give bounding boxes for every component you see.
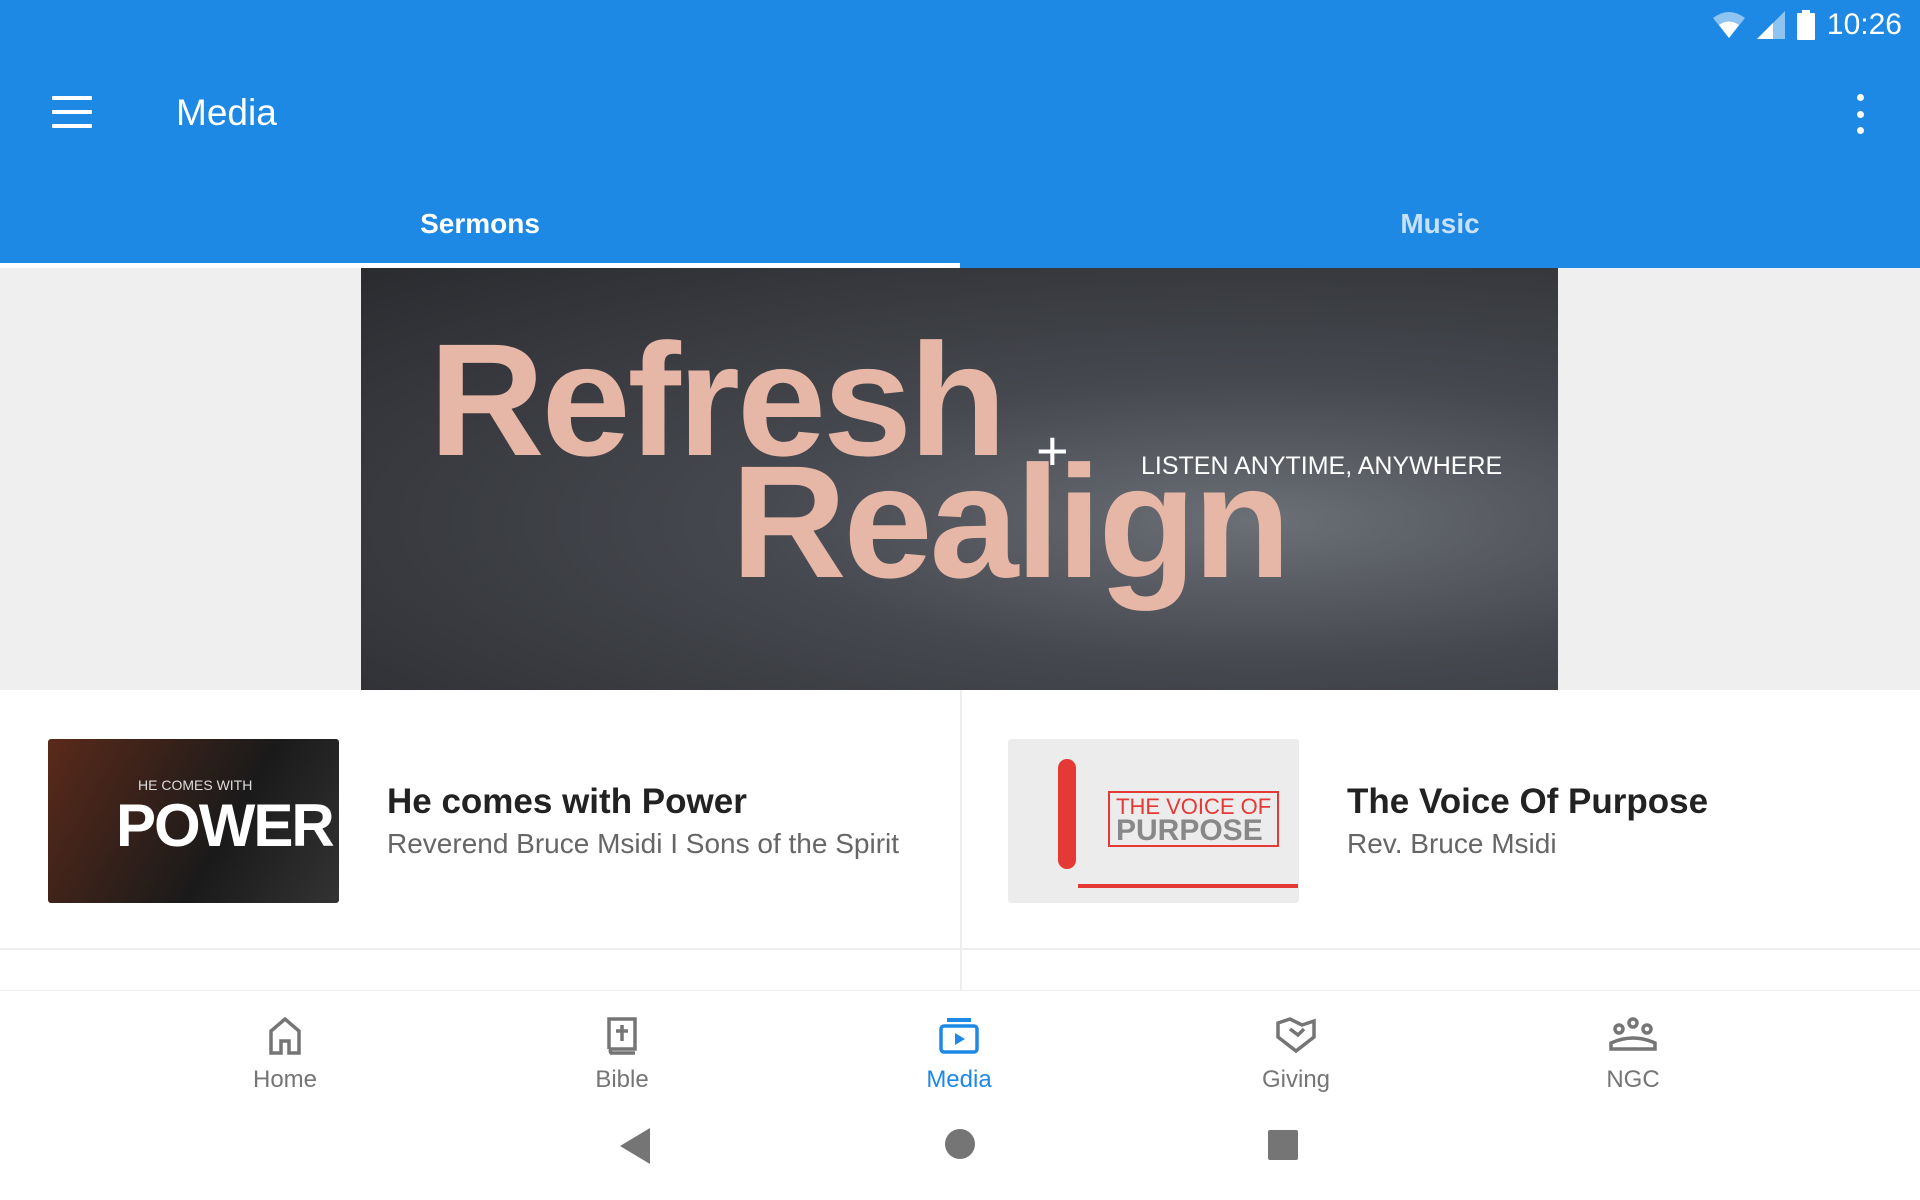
bible-icon [607,1017,637,1055]
battery-icon [1796,10,1815,40]
sermon-subtitle: Reverend Bruce Msidi I Sons of the Spiri… [387,828,900,859]
status-bar: 10:26 [1712,8,1902,42]
nav-label: Media [926,1066,992,1093]
banner-tagline: LISTEN ANYTIME, ANYWHERE [1141,452,1503,480]
sermon-thumbnail: HE COMES WITH POWER [48,739,339,903]
divider [960,690,962,990]
menu-icon[interactable] [52,96,92,128]
featured-banner[interactable]: Refresh + Realign LISTEN ANYTIME, ANYWHE… [361,268,1558,690]
signal-icon [1756,11,1785,39]
page-title: Media [176,92,277,133]
sermon-card[interactable]: HE COMES WITH POWER He comes with Power … [0,690,960,950]
nav-home[interactable]: Home [185,991,385,1111]
nav-ngc[interactable]: NGC [1533,991,1733,1111]
home-button[interactable] [944,1128,976,1160]
nav-label: Home [252,1066,318,1093]
giving-icon [1276,1017,1316,1054]
sermon-title: He comes with Power [387,782,747,821]
nav-label: NGC [1606,1066,1660,1093]
wifi-icon [1712,12,1745,38]
tab-music[interactable]: Music [960,200,1920,268]
nav-bible[interactable]: Bible [522,991,722,1111]
tab-sermons[interactable]: Sermons [0,200,960,268]
group-icon [1609,1017,1657,1051]
clock: 10:26 [1826,8,1902,41]
more-vert-icon[interactable] [1852,94,1868,134]
nav-label: Giving [1261,1066,1331,1093]
media-icon [939,1018,979,1054]
nav-media[interactable]: Media [859,991,1059,1111]
app-bar: 10:26 Media Sermons Music [0,0,1920,268]
sermon-subtitle: Rev. Bruce Msidi [1347,828,1557,859]
sermon-thumbnail: THE VOICE OF PURPOSE [1008,739,1299,903]
nav-giving[interactable]: Giving [1196,991,1396,1111]
sermon-title: The Voice Of Purpose [1347,782,1709,821]
recents-button[interactable] [1268,1130,1298,1160]
home-icon [269,1016,301,1055]
bottom-nav: Home Bible Media Giving NGC [0,990,1920,1110]
nav-label: Bible [595,1066,649,1093]
sermon-card[interactable]: THE VOICE OF PURPOSE The Voice Of Purpos… [960,690,1920,950]
back-button[interactable] [620,1128,650,1164]
